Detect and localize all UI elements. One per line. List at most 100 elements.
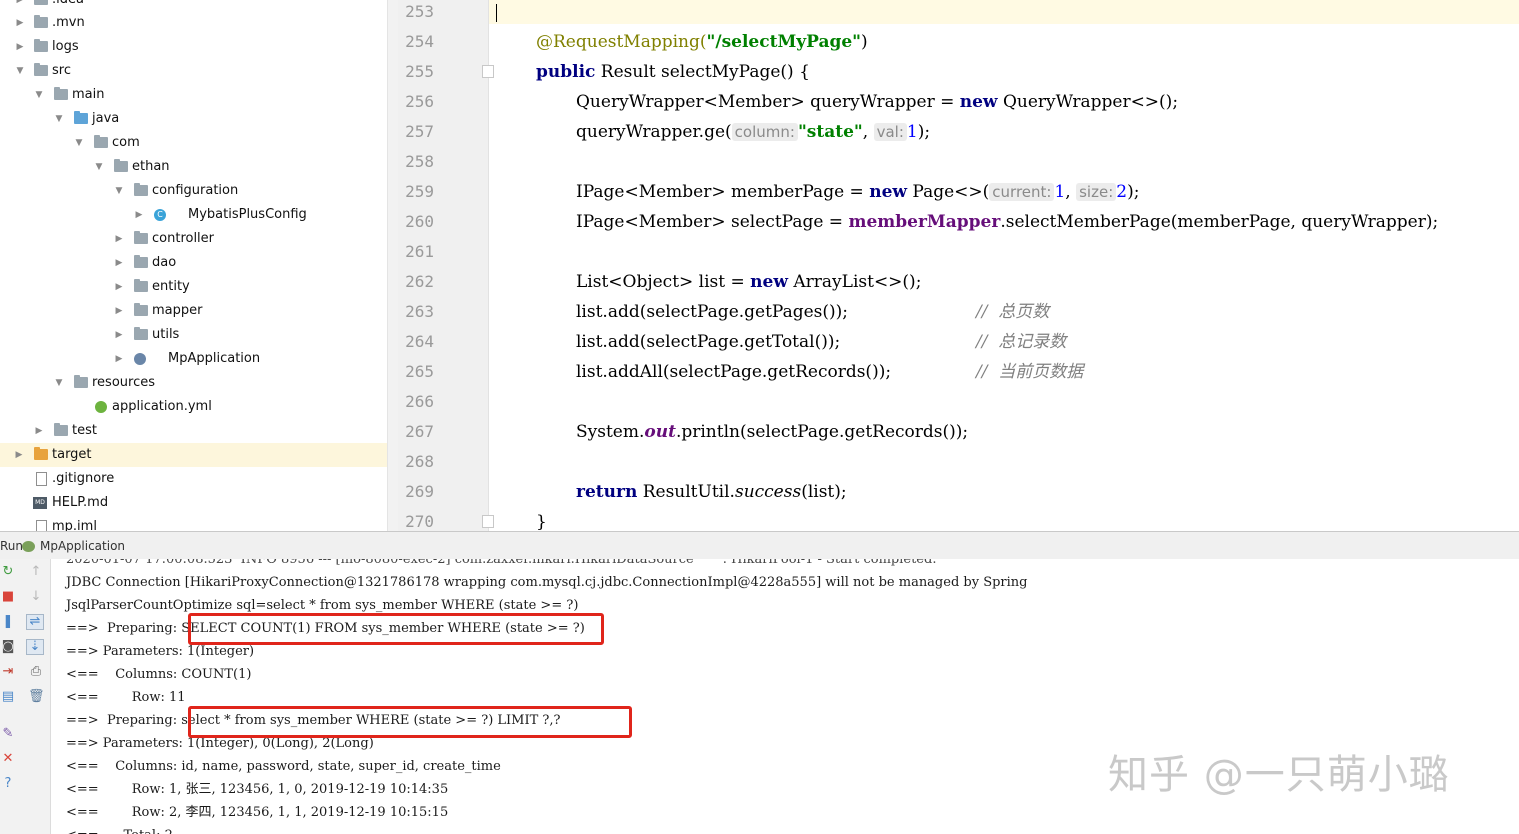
- line-number: 259: [405, 182, 434, 201]
- trash-icon[interactable]: 🗑: [28, 690, 45, 704]
- code-keyword: return: [576, 482, 638, 502]
- tree-item-configuration[interactable]: ▼ configuration: [0, 179, 387, 203]
- code-line-265: list.addAll(selectPage.getRecords());: [576, 357, 891, 387]
- chevron-right-icon[interactable]: ▶: [133, 203, 145, 227]
- chevron-down-icon[interactable]: ▼: [14, 59, 26, 83]
- tree-item-src[interactable]: ▼ src: [0, 59, 387, 83]
- tree-item-gitignore[interactable]: .gitignore: [0, 467, 387, 491]
- folder-icon: [34, 63, 48, 76]
- code-text: .println(selectPage.getRecords());: [675, 422, 969, 442]
- console-line: <== Columns: id, name, password, state, …: [66, 759, 501, 774]
- code-string: "/selectMyPage": [706, 32, 862, 52]
- chevron-right-icon[interactable]: ▶: [14, 11, 26, 35]
- chevron-down-icon[interactable]: ▼: [93, 155, 105, 179]
- fold-marker-icon[interactable]: [482, 515, 494, 528]
- tree-item-java[interactable]: ▼ java: [0, 107, 387, 131]
- code-text: System.: [576, 422, 645, 442]
- pause-icon[interactable]: ❚: [0, 615, 16, 629]
- tree-item-mybatisplusconfig[interactable]: ▶ C MybatisPlusConfig: [0, 203, 387, 227]
- folder-icon: [34, 15, 48, 28]
- up-arrow-icon[interactable]: ↑: [28, 565, 44, 579]
- layout-icon[interactable]: ▤: [0, 690, 16, 704]
- chevron-right-icon[interactable]: ▶: [113, 275, 125, 299]
- run-tool-window-header: Run MpApplication: [0, 531, 1519, 560]
- chevron-right-icon[interactable]: ▶: [113, 251, 125, 275]
- line-number: 268: [405, 452, 434, 471]
- pin-icon[interactable]: ✎: [0, 727, 16, 741]
- code-string: "state": [797, 122, 863, 142]
- tree-item-logs[interactable]: ▶ logs: [0, 35, 387, 59]
- code-number: 2: [1116, 182, 1128, 202]
- code-annotation: @RequestMapping(: [536, 32, 707, 52]
- print-icon[interactable]: ⎙: [28, 665, 44, 679]
- chevron-down-icon[interactable]: ▼: [53, 371, 65, 395]
- tree-item-help-md[interactable]: MD HELP.md: [0, 491, 387, 515]
- tree-item-utils[interactable]: ▶ utils: [0, 323, 387, 347]
- code-line-259: IPage<Member> memberPage = new Page<>(cu…: [576, 177, 1139, 207]
- code-text: IPage<Member> selectPage =: [576, 212, 849, 232]
- exit-icon[interactable]: ⇥: [0, 665, 16, 679]
- code-line-262: List<Object> list = new ArrayList<>();: [576, 267, 921, 297]
- help-icon[interactable]: ?: [0, 777, 16, 791]
- tree-item-mapper[interactable]: ▶ mapper: [0, 299, 387, 323]
- close-icon[interactable]: ✕: [0, 752, 16, 766]
- tree-item-test[interactable]: ▶ test: [0, 419, 387, 443]
- code-line-257: queryWrapper.ge(column: "state", val: 1);: [576, 117, 930, 147]
- chevron-down-icon[interactable]: ▼: [53, 107, 65, 131]
- tree-item-resources[interactable]: ▼ resources: [0, 371, 387, 395]
- chevron-right-icon[interactable]: ▶: [33, 419, 45, 443]
- chevron-right-icon[interactable]: ▶: [113, 227, 125, 251]
- run-tab-mpapplication[interactable]: MpApplication: [40, 539, 125, 553]
- soft-wrap-icon[interactable]: ⇌: [26, 614, 44, 630]
- line-number: 270: [405, 512, 434, 531]
- rerun-icon[interactable]: ↻: [0, 565, 16, 579]
- folder-icon: [34, 0, 48, 5]
- tree-item-label: target: [52, 447, 92, 462]
- chevron-right-icon[interactable]: ▶: [113, 347, 125, 371]
- chevron-right-icon[interactable]: ▶: [113, 299, 125, 323]
- tree-item-label: mapper: [152, 303, 203, 318]
- tree-item-label: MybatisPlusConfig: [188, 207, 307, 222]
- chevron-right-icon[interactable]: ▶: [14, 35, 26, 59]
- tree-item-label: src: [52, 63, 71, 78]
- tree-item-target[interactable]: ▶ target: [0, 443, 398, 467]
- chevron-right-icon[interactable]: ▶: [113, 323, 125, 347]
- line-number: 255: [405, 62, 434, 81]
- tree-item-mp-iml[interactable]: mp.iml: [0, 515, 387, 531]
- code-editor[interactable]: 253 254 255 256 257 258 259 260 261 262 …: [398, 0, 1519, 531]
- line-number: 264: [405, 332, 434, 351]
- chevron-down-icon[interactable]: ▼: [73, 131, 85, 155]
- fold-marker-icon[interactable]: [482, 65, 494, 78]
- module-file-icon: [36, 520, 47, 531]
- down-arrow-icon[interactable]: ↓: [28, 590, 44, 604]
- package-icon: [134, 327, 148, 340]
- code-text: List<Object> list =: [576, 272, 751, 292]
- stop-icon[interactable]: ■: [0, 590, 16, 604]
- chevron-down-icon[interactable]: ▼: [33, 83, 45, 107]
- tree-item-label: configuration: [152, 183, 239, 198]
- tree-item-controller[interactable]: ▶ controller: [0, 227, 387, 251]
- code-text: ,: [1065, 182, 1077, 202]
- run-label[interactable]: Run: [0, 539, 23, 553]
- parameter-hint: column:: [731, 123, 798, 141]
- tree-item-ethan[interactable]: ▼ ethan: [0, 155, 387, 179]
- tree-item-mvn[interactable]: ▶ .mvn: [0, 11, 387, 35]
- line-number: 254: [405, 32, 434, 51]
- chevron-right-icon[interactable]: ▶: [13, 443, 25, 467]
- tree-item-main[interactable]: ▼ main: [0, 83, 387, 107]
- scroll-to-end-icon[interactable]: ⇣: [26, 639, 44, 655]
- camera-icon[interactable]: ◙: [0, 640, 16, 654]
- markdown-file-icon: MD: [33, 497, 47, 509]
- tree-item-com[interactable]: ▼ com: [0, 131, 387, 155]
- chevron-down-icon[interactable]: ▼: [113, 179, 125, 203]
- tree-item-label: ethan: [132, 159, 170, 174]
- tree-item-label: application.yml: [112, 399, 212, 414]
- package-icon: [114, 159, 128, 172]
- tree-item-application-yml[interactable]: application.yml: [0, 395, 387, 419]
- spring-boot-app-icon: [22, 541, 35, 552]
- tree-item-dao[interactable]: ▶ dao: [0, 251, 387, 275]
- console-line: <== Row: 11: [66, 690, 186, 705]
- code-number: 1: [906, 122, 918, 142]
- tree-item-entity[interactable]: ▶ entity: [0, 275, 387, 299]
- tree-item-mpapplication[interactable]: ▶ MpApplication: [0, 347, 387, 371]
